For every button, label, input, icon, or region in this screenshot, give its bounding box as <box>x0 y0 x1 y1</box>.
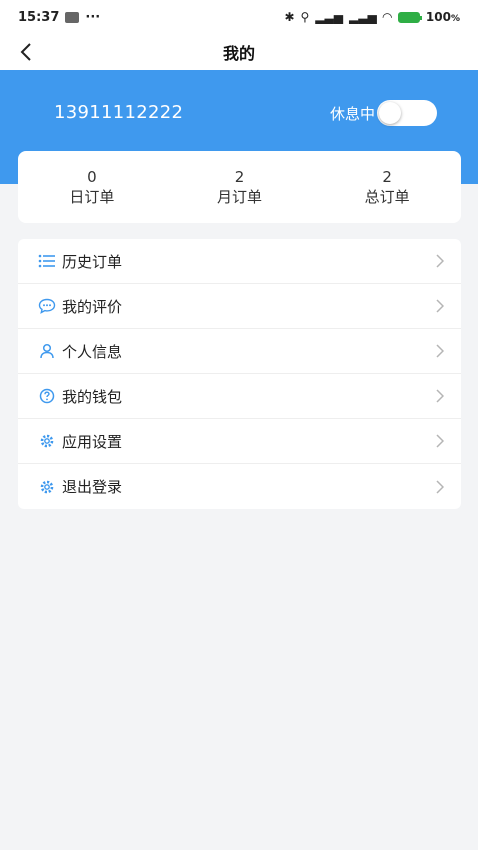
phone-number: 13911112222 <box>54 102 184 123</box>
status-bar: 15:37 ··· ✱ ⚲ ▂▃▅ ▂▃▅ ◠ 100% <box>0 0 478 34</box>
battery-level: 100% <box>425 10 460 24</box>
rest-toggle[interactable] <box>377 100 438 126</box>
order-stats-card: 0 日订单 2 月订单 2 总订单 <box>18 151 461 223</box>
stat-value: 2 <box>382 167 392 186</box>
chat-bubble-icon <box>38 297 56 315</box>
stat-label: 日订单 <box>69 187 115 206</box>
wifi-icon: ◠ <box>382 10 392 24</box>
menu-item-logout[interactable]: 退出登录 <box>18 464 461 509</box>
stat-value: 0 <box>87 167 97 186</box>
question-circle-icon <box>38 387 56 405</box>
menu-item-app-settings[interactable]: 应用设置 <box>18 419 461 464</box>
stat-total-orders[interactable]: 2 总订单 <box>313 151 461 223</box>
page-title: 我的 <box>222 44 255 63</box>
stat-value: 2 <box>234 167 245 186</box>
signal-icon: ▂▃▅ <box>315 10 343 24</box>
notification-icon <box>65 11 80 23</box>
toggle-knob <box>379 102 402 124</box>
menu-item-label: 历史订单 <box>62 252 123 271</box>
chevron-right-icon <box>433 434 447 448</box>
list-icon <box>38 252 56 270</box>
menu-item-label: 应用设置 <box>62 432 123 451</box>
chevron-right-icon <box>433 479 447 494</box>
menu-item-label: 个人信息 <box>62 342 123 361</box>
status-bar-left: 15:37 ··· <box>18 10 100 25</box>
menu-item-history-orders[interactable]: 历史订单 <box>18 239 461 284</box>
menu-item-label: 我的钱包 <box>62 387 123 406</box>
stat-daily-orders[interactable]: 0 日订单 <box>18 151 166 223</box>
stat-label: 总订单 <box>364 187 410 206</box>
menu-item-label: 退出登录 <box>62 478 123 496</box>
chevron-right-icon <box>433 299 447 313</box>
chevron-right-icon <box>433 389 447 403</box>
status-dots: ··· <box>85 9 101 25</box>
back-button[interactable] <box>10 36 42 68</box>
chevron-left-icon <box>20 43 31 61</box>
chevron-right-icon <box>433 254 447 268</box>
gear-icon <box>38 432 56 450</box>
menu-item-personal-info[interactable]: 个人信息 <box>18 329 461 374</box>
person-icon <box>38 342 56 360</box>
rest-status: 休息中 <box>330 100 438 126</box>
battery-icon <box>397 11 422 23</box>
status-time: 15:37 <box>18 9 60 25</box>
menu-item-my-wallet[interactable]: 我的钱包 <box>18 374 461 419</box>
menu-item-label: 我的评价 <box>62 297 123 316</box>
bluetooth-icon: ✱ <box>284 10 295 24</box>
chevron-right-icon <box>433 344 447 358</box>
rest-label: 休息中 <box>330 104 376 123</box>
stat-monthly-orders[interactable]: 2 月订单 <box>166 151 314 223</box>
stat-label: 月订单 <box>217 187 263 206</box>
menu-list: 历史订单 我的评价 个人信息 我的钱包 应用设置 退出登录 <box>18 239 461 509</box>
status-bar-right: ✱ ⚲ ▂▃▅ ▂▃▅ ◠ 100% <box>284 10 460 24</box>
nav-bar: 我的 <box>0 34 478 70</box>
gear-icon <box>38 478 56 496</box>
mute-icon: ⚲ <box>300 10 310 24</box>
menu-item-my-reviews[interactable]: 我的评价 <box>18 284 461 329</box>
signal-icon-2: ▂▃▅ <box>348 10 377 24</box>
